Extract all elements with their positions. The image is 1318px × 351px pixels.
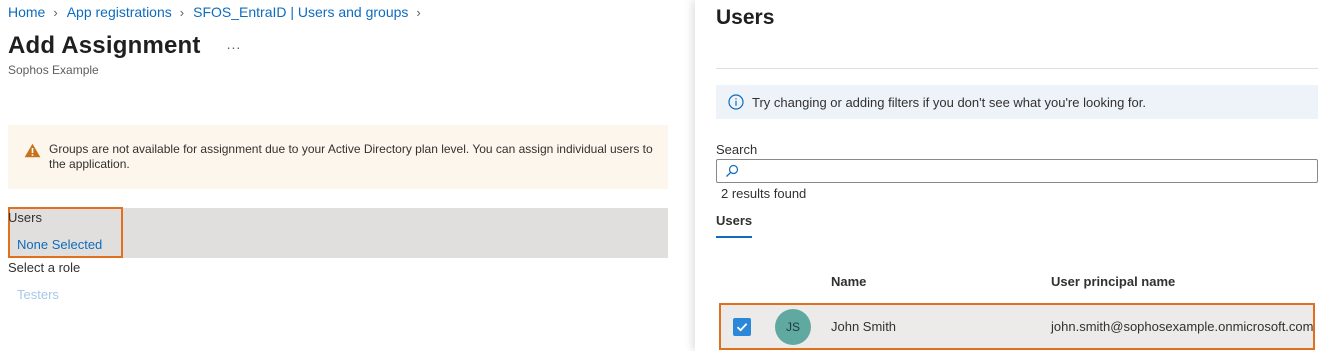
checkmark-icon: [736, 323, 748, 332]
search-icon: [726, 164, 739, 177]
page-subtitle: Sophos Example: [8, 63, 99, 77]
chevron-right-icon: ›: [416, 4, 421, 20]
warning-line-2: the application.: [49, 157, 130, 171]
row-upn: john.smith@sophosexample.onmicrosoft.com: [1051, 319, 1314, 334]
warning-banner: Groups are not available for assignment …: [8, 125, 668, 189]
search-box[interactable]: [716, 159, 1318, 183]
warning-line-1: Groups are not available for assignment …: [49, 142, 653, 156]
role-field-label: Select a role: [8, 260, 81, 275]
search-input[interactable]: [743, 162, 1303, 180]
search-label: Search: [716, 142, 758, 157]
warning-text: Groups are not available for assignment …: [49, 142, 653, 172]
more-options-button[interactable]: ...: [227, 36, 242, 52]
breadcrumb-home[interactable]: Home: [8, 4, 45, 20]
panel-title: Users: [716, 6, 775, 29]
breadcrumb-app-registrations[interactable]: App registrations: [67, 4, 172, 20]
info-icon: [728, 94, 744, 110]
info-banner: Try changing or adding filters if you do…: [716, 85, 1318, 119]
warning-icon: [24, 143, 41, 157]
avatar-initials: JS: [785, 320, 800, 334]
column-header-name[interactable]: Name: [831, 274, 866, 289]
users-none-selected-link[interactable]: None Selected: [17, 237, 102, 252]
breadcrumb-users-and-groups[interactable]: SFOS_EntraID | Users and groups: [193, 4, 408, 20]
info-text: Try changing or adding filters if you do…: [752, 94, 1146, 110]
divider: [716, 68, 1318, 69]
page-title: Add Assignment: [8, 32, 201, 59]
avatar: JS: [775, 309, 811, 345]
row-name: John Smith: [831, 319, 897, 334]
users-field-label: Users: [8, 210, 42, 225]
title-row: Add Assignment ...: [8, 32, 241, 60]
chevron-right-icon: ›: [179, 4, 185, 20]
add-assignment-pane: Home › App registrations › SFOS_EntraID …: [0, 0, 695, 351]
row-checkbox[interactable]: [733, 318, 751, 336]
breadcrumb: Home › App registrations › SFOS_EntraID …: [8, 4, 430, 20]
users-picker-pane: Users Try changing or adding filters if …: [695, 0, 1318, 351]
chevron-right-icon: ›: [53, 4, 58, 20]
app-root: Home › App registrations › SFOS_EntraID …: [0, 0, 1318, 351]
column-header-upn[interactable]: User principal name: [1051, 274, 1175, 289]
role-value-link[interactable]: Testers: [17, 287, 59, 302]
results-count: 2 results found: [721, 186, 807, 201]
tab-active-indicator: [716, 236, 752, 238]
tab-users[interactable]: Users: [716, 213, 752, 228]
